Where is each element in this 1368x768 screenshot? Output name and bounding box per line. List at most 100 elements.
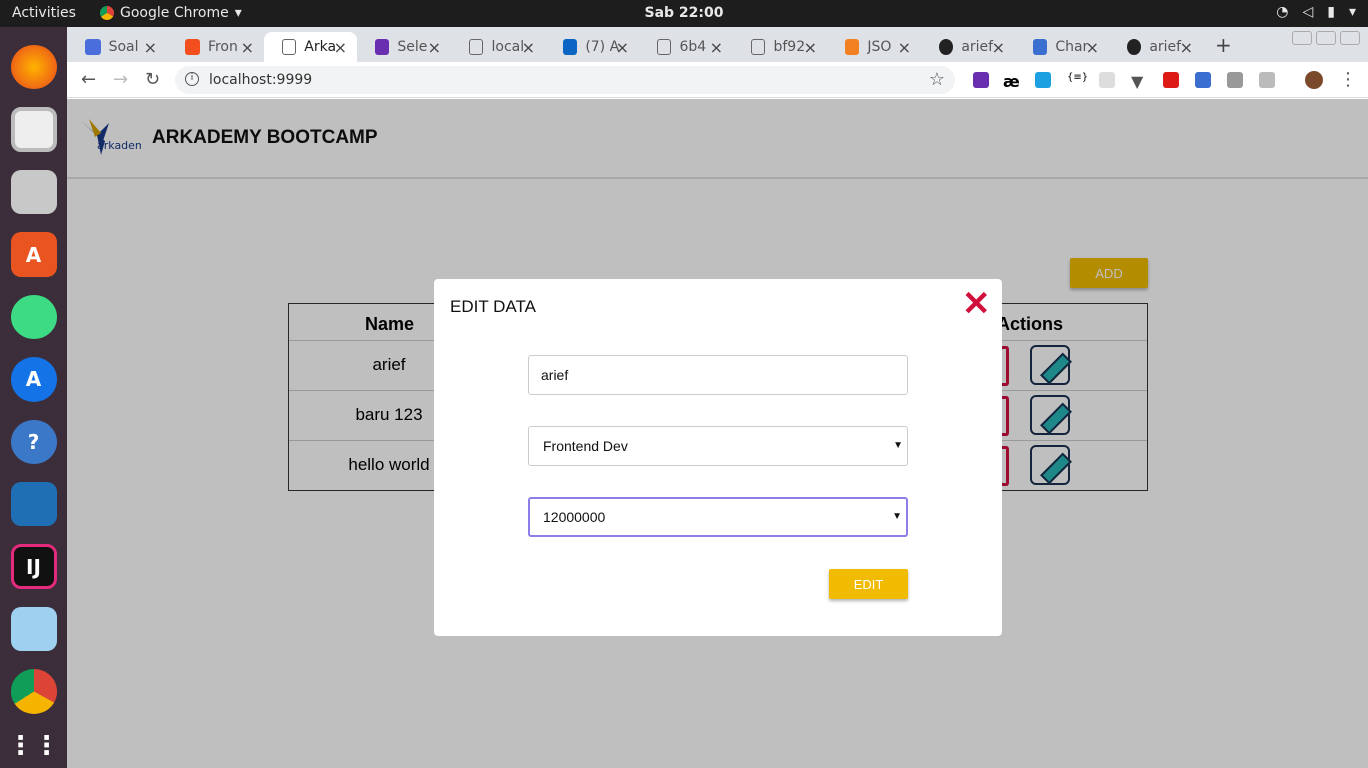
app-menu[interactable]: Google Chrome ▾ — [100, 5, 242, 21]
tab-label: arief — [1149, 39, 1182, 55]
extension-json-icon[interactable]: {≡} — [1067, 72, 1088, 88]
extension-eyedropper-icon[interactable] — [973, 72, 989, 88]
files-icon[interactable] — [10, 170, 57, 215]
tab[interactable]: JSO × — [827, 32, 921, 62]
edit-data-modal: EDIT DATA ✕ arief Frontend Dev ▼ 12000000… — [434, 279, 1002, 636]
close-icon[interactable]: × — [710, 38, 723, 57]
github-icon — [939, 39, 954, 55]
extension-cloud-icon[interactable] — [1035, 72, 1051, 88]
bookmark-star-icon[interactable]: ☆ — [929, 66, 945, 94]
minimize-button[interactable] — [1292, 31, 1312, 45]
extension-angular-icon[interactable] — [1163, 72, 1179, 88]
page-icon — [282, 39, 297, 55]
close-icon[interactable]: ✕ — [962, 287, 991, 321]
chevron-down-icon: ▾ — [234, 5, 242, 21]
stackoverflow-icon — [845, 39, 860, 55]
close-icon[interactable]: × — [1086, 38, 1099, 57]
intellij-icon[interactable]: IJ — [10, 544, 57, 589]
page-icon — [469, 39, 484, 55]
firefox-icon[interactable] — [10, 45, 57, 90]
tab-label: bf92 — [773, 39, 806, 55]
tab[interactable]: Char × — [1015, 32, 1109, 62]
clock[interactable]: Sab 22:00 — [645, 5, 724, 21]
close-icon[interactable]: × — [428, 38, 441, 57]
tab-strip: Soal × Fron × Arka × Sele × local × (7) A × 6b… — [67, 27, 1368, 62]
extension-cast-icon[interactable] — [1227, 72, 1243, 88]
forward-icon[interactable]: → — [113, 69, 128, 90]
tab-label: Sele — [397, 39, 428, 55]
tab[interactable]: 6b4 × — [639, 32, 733, 62]
extension-translate-icon[interactable] — [1195, 72, 1211, 88]
rhythmbox-icon[interactable] — [10, 107, 57, 153]
system-tray[interactable]: ◔ ◁ ▮ ▾ — [1276, 4, 1356, 20]
back-icon[interactable]: ← — [81, 69, 96, 90]
tab-label: 6b4 — [679, 39, 707, 55]
close-icon[interactable]: × — [334, 38, 347, 57]
software-center-icon[interactable]: A — [10, 232, 57, 277]
docs-icon — [85, 39, 101, 55]
name-input[interactable]: arief — [528, 355, 908, 395]
close-icon[interactable]: × — [144, 38, 157, 57]
name-input-value: arief — [541, 367, 569, 383]
modal-title: EDIT DATA — [450, 297, 536, 316]
tab[interactable]: arief × — [921, 32, 1015, 62]
edit-submit-button[interactable]: EDIT — [829, 569, 908, 599]
chrome-dock-icon[interactable] — [10, 669, 57, 714]
tab-label: Char — [1055, 39, 1089, 55]
tab[interactable]: Soal × — [67, 32, 167, 62]
close-window-button[interactable] — [1340, 31, 1360, 45]
window-controls — [1292, 31, 1360, 45]
caret-down-icon: ▼ — [892, 511, 902, 522]
extension-grid-icon[interactable] — [1099, 72, 1115, 88]
tab[interactable]: Fron × — [167, 32, 264, 62]
extension-ae-icon[interactable]: æ — [1003, 72, 1020, 91]
close-icon[interactable]: × — [522, 38, 535, 57]
app-grid-icon[interactable]: ⋮⋮ — [8, 724, 60, 768]
adobe-xd-icon[interactable]: A — [10, 357, 57, 402]
tab-label: Arka — [304, 39, 337, 55]
browser-window: Soal × Fron × Arka × Sele × local × (7) A × 6b… — [67, 27, 1368, 768]
volume-icon: ◁ — [1302, 4, 1314, 20]
help-icon[interactable]: ? — [10, 419, 57, 464]
android-studio-icon[interactable] — [10, 294, 57, 340]
activities-button[interactable]: Activities — [12, 5, 76, 21]
menu-icon[interactable]: ⋮ — [1339, 69, 1357, 90]
tab-active[interactable]: Arka × — [264, 32, 357, 62]
reload-icon[interactable]: ↻ — [145, 69, 160, 90]
linkedin-icon — [563, 39, 578, 55]
close-icon[interactable]: × — [1180, 38, 1193, 57]
info-icon[interactable]: i — [185, 72, 199, 86]
tab[interactable]: arief × — [1109, 32, 1203, 62]
form-icon — [375, 39, 390, 55]
wireshark-icon[interactable] — [10, 481, 57, 527]
tab[interactable]: (7) A × — [545, 32, 639, 62]
tab[interactable]: bf92 × — [733, 32, 827, 62]
dock: A A ? IJ ⋮⋮ — [0, 27, 67, 768]
avatar[interactable] — [1305, 71, 1323, 89]
web-page: arkademy ARKADEMY BOOTCAMP ADD Name Acti… — [67, 99, 1368, 768]
tab-label: (7) A — [585, 39, 620, 55]
dh-icon — [1033, 39, 1048, 55]
app-menu-label: Google Chrome — [120, 5, 229, 21]
close-icon[interactable]: × — [241, 38, 254, 57]
address-bar[interactable]: i localhost:9999 ☆ — [175, 66, 955, 94]
close-icon[interactable]: × — [898, 38, 911, 57]
close-icon[interactable]: × — [804, 38, 817, 57]
github-icon — [1127, 39, 1142, 55]
close-icon[interactable]: × — [992, 38, 1005, 57]
close-icon[interactable]: × — [616, 38, 629, 57]
tab[interactable]: Sele × — [357, 32, 451, 62]
page-icon — [751, 39, 766, 55]
tab[interactable]: local × — [451, 32, 545, 62]
tab-label: Soal — [108, 39, 139, 55]
extension-vue-icon[interactable]: ▼ — [1131, 72, 1147, 91]
salary-select[interactable]: 12000000 ▼ — [528, 497, 908, 537]
virtualbox-icon[interactable] — [10, 606, 57, 652]
maximize-button[interactable] — [1316, 31, 1336, 45]
extension-puzzle-icon[interactable] — [1259, 72, 1275, 88]
tab-label: local — [491, 39, 525, 55]
chevron-down-icon: ▾ — [1348, 4, 1356, 20]
salary-select-value: 12000000 — [543, 509, 606, 525]
new-tab-icon[interactable]: + — [1215, 33, 1232, 57]
role-select[interactable]: Frontend Dev ▼ — [528, 426, 908, 466]
